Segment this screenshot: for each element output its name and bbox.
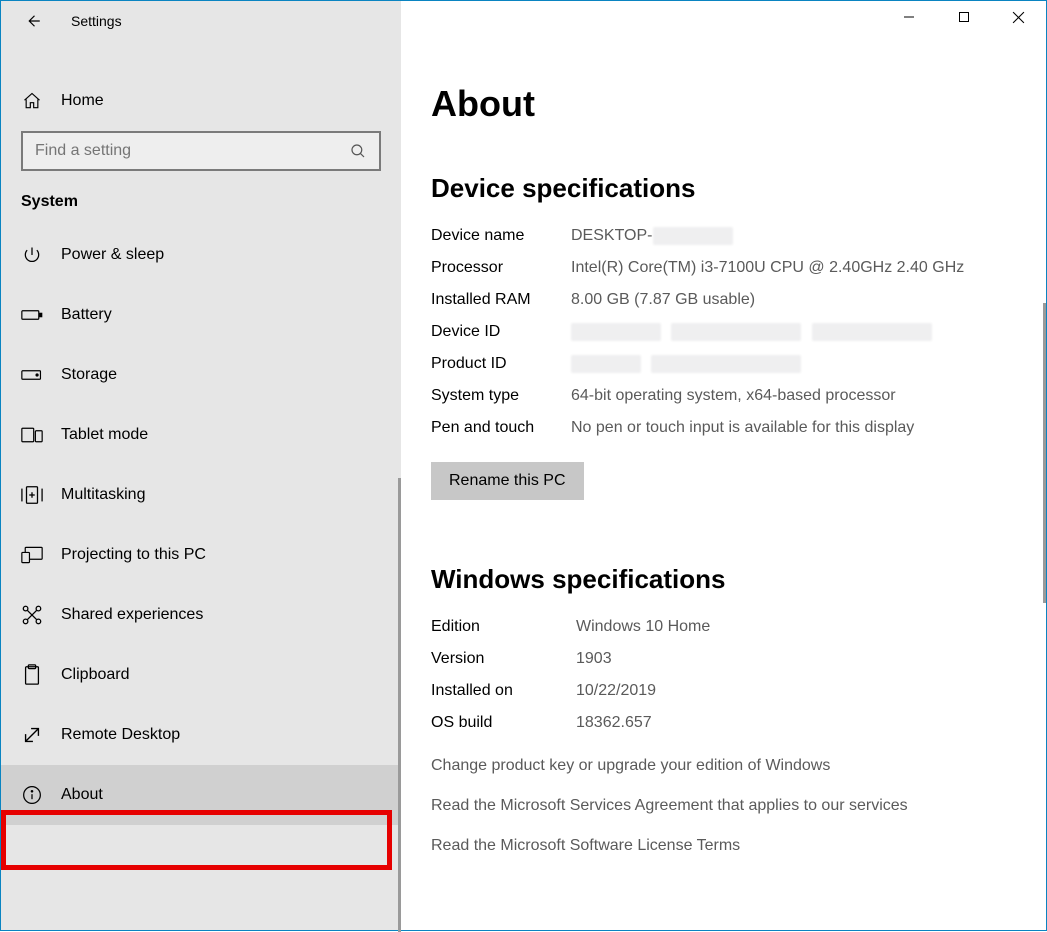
spec-label: Installed on: [431, 679, 576, 703]
battery-icon: [21, 304, 43, 326]
sidebar-item-multitasking[interactable]: Multitasking: [1, 465, 401, 525]
minimize-button[interactable]: [881, 1, 936, 33]
back-arrow-icon[interactable]: [23, 11, 43, 31]
sidebar-item-storage[interactable]: Storage: [1, 345, 401, 405]
sidebar-item-about[interactable]: About: [1, 765, 401, 825]
spec-value: 8.00 GB (7.87 GB usable): [571, 288, 1016, 312]
spec-row-device-id: Device ID: [431, 320, 1016, 344]
main-scrollbar[interactable]: [1043, 303, 1046, 603]
device-spec-heading: Device specifications: [431, 173, 1016, 204]
redacted-value: [653, 227, 733, 245]
spec-row-os-build: OS build 18362.657: [431, 711, 1016, 735]
sidebar-item-power-sleep[interactable]: Power & sleep: [1, 225, 401, 285]
sidebar-item-label: Projecting to this PC: [61, 546, 206, 564]
link-services-agreement[interactable]: Read the Microsoft Services Agreement th…: [431, 797, 1016, 815]
sidebar-item-label: Storage: [61, 366, 117, 384]
redacted-value: [571, 323, 661, 341]
spec-row-system-type: System type 64-bit operating system, x64…: [431, 384, 1016, 408]
sidebar-home-label: Home: [61, 92, 104, 110]
shared-icon: [21, 604, 43, 626]
spec-label: Pen and touch: [431, 416, 571, 440]
sidebar-home[interactable]: Home: [1, 71, 401, 131]
spec-label: Device ID: [431, 320, 571, 344]
page-title: About: [431, 83, 1016, 125]
window-title: Settings: [71, 13, 122, 29]
search-icon: [349, 142, 367, 160]
info-icon: [21, 784, 43, 806]
spec-row-version: Version 1903: [431, 647, 1016, 671]
spec-label: Version: [431, 647, 576, 671]
spec-label: Edition: [431, 615, 576, 639]
sidebar-item-remote-desktop[interactable]: Remote Desktop: [1, 705, 401, 765]
search-box[interactable]: [21, 131, 381, 171]
sidebar: Home System Power & sleep: [1, 41, 401, 930]
clipboard-icon: [21, 664, 43, 686]
spec-label: Processor: [431, 256, 571, 280]
sidebar-item-label: Shared experiences: [61, 606, 203, 624]
spec-row-installed-on: Installed on 10/22/2019: [431, 679, 1016, 703]
rename-pc-button[interactable]: Rename this PC: [431, 462, 584, 500]
spec-label: Product ID: [431, 352, 571, 376]
spec-value: Windows 10 Home: [576, 615, 1016, 639]
spec-label: Device name: [431, 224, 571, 248]
sidebar-item-label: Power & sleep: [61, 246, 164, 264]
spec-label: System type: [431, 384, 571, 408]
main-content: About Device specifications Device name …: [401, 41, 1046, 930]
spec-value: 1903: [576, 647, 1016, 671]
link-license-terms[interactable]: Read the Microsoft Software License Term…: [431, 837, 1016, 855]
sidebar-item-battery[interactable]: Battery: [1, 285, 401, 345]
redacted-value: [651, 355, 801, 373]
redacted-value: [671, 323, 801, 341]
spec-row-device-name: Device name DESKTOP-: [431, 224, 1016, 248]
power-icon: [21, 244, 43, 266]
maximize-button[interactable]: [936, 1, 991, 33]
spec-value: No pen or touch input is available for t…: [571, 416, 1016, 440]
sidebar-item-projecting[interactable]: Projecting to this PC: [1, 525, 401, 585]
multitasking-icon: [21, 484, 43, 506]
titlebar: Settings: [1, 1, 1046, 41]
redacted-value: [571, 355, 641, 373]
spec-row-product-id: Product ID: [431, 352, 1016, 376]
search-input[interactable]: [35, 142, 349, 160]
tablet-icon: [21, 424, 43, 446]
spec-row-pen-touch: Pen and touch No pen or touch input is a…: [431, 416, 1016, 440]
spec-value: DESKTOP-: [571, 224, 1016, 248]
sidebar-item-label: About: [61, 786, 103, 804]
spec-value: 64-bit operating system, x64-based proce…: [571, 384, 1016, 408]
sidebar-item-clipboard[interactable]: Clipboard: [1, 645, 401, 705]
spec-value: [571, 352, 1016, 376]
spec-row-processor: Processor Intel(R) Core(TM) i3-7100U CPU…: [431, 256, 1016, 280]
redacted-value: [812, 323, 932, 341]
sidebar-item-label: Multitasking: [61, 486, 145, 504]
sidebar-item-tablet-mode[interactable]: Tablet mode: [1, 405, 401, 465]
spec-value: 10/22/2019: [576, 679, 1016, 703]
windows-spec-heading: Windows specifications: [431, 564, 1016, 595]
storage-icon: [21, 364, 43, 386]
sidebar-item-label: Tablet mode: [61, 426, 148, 444]
spec-label: Installed RAM: [431, 288, 571, 312]
sidebar-item-label: Remote Desktop: [61, 726, 180, 744]
close-button[interactable]: [991, 1, 1046, 33]
sidebar-item-label: Battery: [61, 306, 112, 324]
link-change-product-key[interactable]: Change product key or upgrade your editi…: [431, 757, 1016, 775]
spec-label: OS build: [431, 711, 576, 735]
home-icon: [21, 90, 43, 112]
remote-desktop-icon: [21, 724, 43, 746]
spec-row-ram: Installed RAM 8.00 GB (7.87 GB usable): [431, 288, 1016, 312]
sidebar-item-label: Clipboard: [61, 666, 129, 684]
spec-value: 18362.657: [576, 711, 1016, 735]
projecting-icon: [21, 544, 43, 566]
sidebar-section-label: System: [1, 193, 401, 225]
spec-value: [571, 320, 1016, 344]
sidebar-item-shared-experiences[interactable]: Shared experiences: [1, 585, 401, 645]
spec-row-edition: Edition Windows 10 Home: [431, 615, 1016, 639]
spec-value: Intel(R) Core(TM) i3-7100U CPU @ 2.40GHz…: [571, 256, 1016, 280]
